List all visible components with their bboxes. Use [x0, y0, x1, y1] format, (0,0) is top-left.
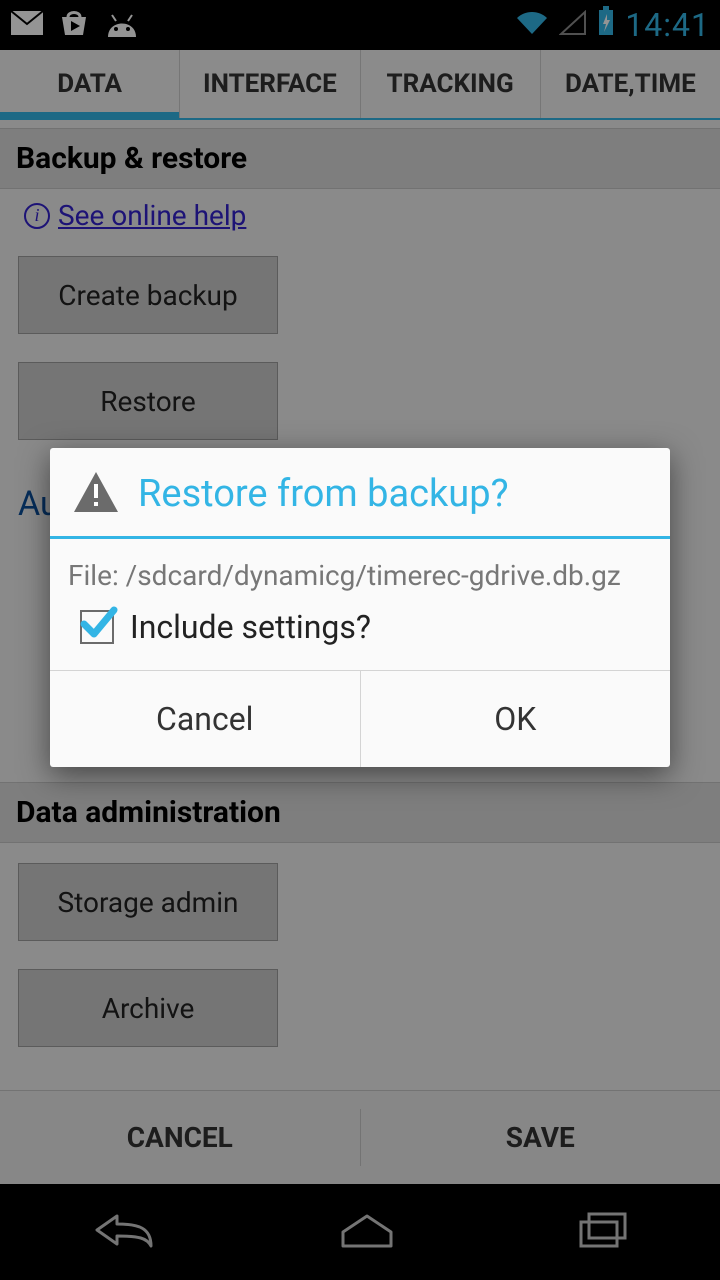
dialog-ok-button[interactable]: OK	[361, 671, 671, 767]
restore-dialog: Restore from backup? File: /sdcard/dynam…	[50, 448, 670, 767]
dialog-file-label: File: /sdcard/dynamicg/timerec-gdrive.db…	[68, 559, 652, 592]
include-settings-checkbox[interactable]: Include settings?	[68, 608, 652, 646]
checkbox-icon	[80, 610, 114, 644]
dialog-cancel-button[interactable]: Cancel	[50, 671, 360, 767]
dialog-title: Restore from backup?	[138, 472, 509, 516]
checkbox-label: Include settings?	[130, 608, 371, 646]
warning-icon	[72, 470, 120, 518]
